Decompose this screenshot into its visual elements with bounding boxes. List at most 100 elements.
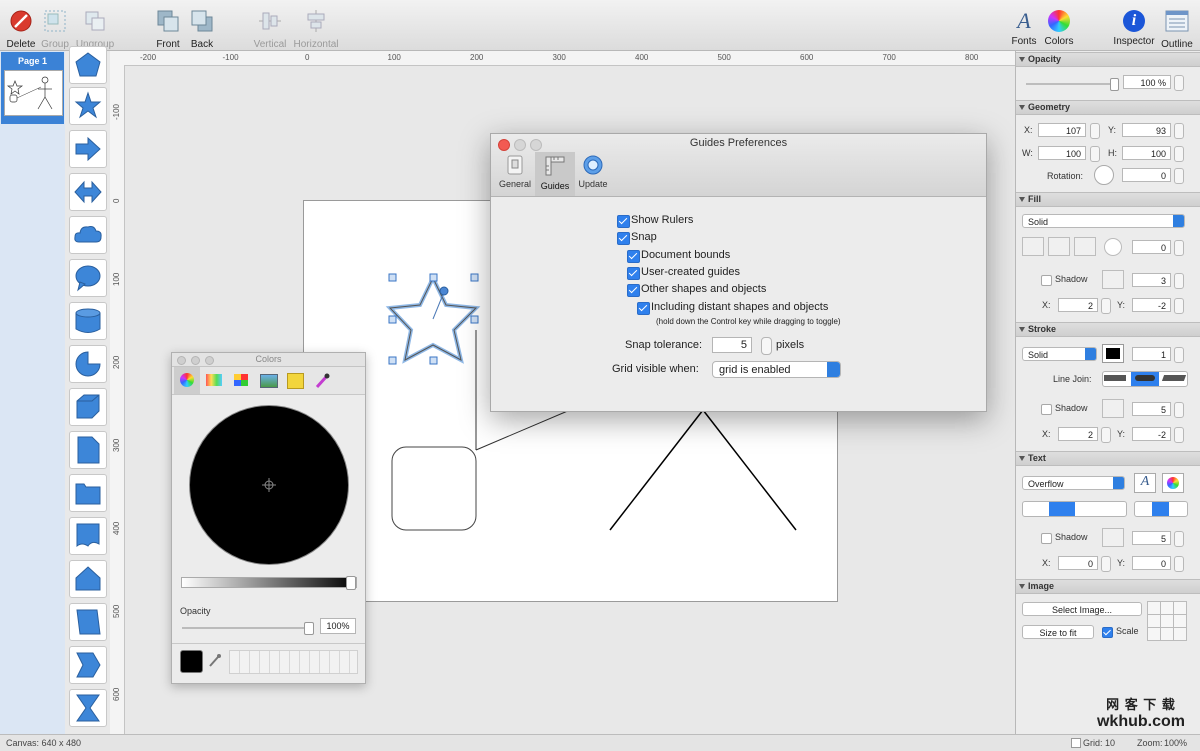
text-valign-segmented[interactable]: [1134, 501, 1188, 517]
text-overflow-select[interactable]: Overflow: [1022, 476, 1125, 490]
text-shadow-x-stepper[interactable]: [1101, 556, 1111, 572]
shape-cloud[interactable]: [69, 216, 107, 254]
opacity-knob[interactable]: [304, 622, 314, 635]
stroke-color-swatch[interactable]: [1102, 344, 1124, 363]
fill-color-swatch-3[interactable]: [1074, 237, 1096, 256]
opacity-slider[interactable]: [182, 622, 314, 635]
shape-pie[interactable]: [69, 345, 107, 383]
delete-button[interactable]: Delete: [6, 8, 36, 50]
text-align-segmented[interactable]: [1022, 501, 1127, 517]
opacity-slider[interactable]: [1026, 78, 1119, 91]
section-fill[interactable]: Fill: [1016, 192, 1200, 207]
color-wheel-tab[interactable]: [174, 367, 200, 394]
front-button[interactable]: Front: [153, 8, 183, 50]
shape-hourglass[interactable]: [69, 689, 107, 727]
shape-banner[interactable]: [69, 517, 107, 555]
rotation-dial[interactable]: [1094, 165, 1114, 185]
grid-value[interactable]: 10: [1105, 738, 1115, 748]
shape-speech-bubble[interactable]: [69, 259, 107, 297]
section-image[interactable]: Image: [1016, 579, 1200, 594]
section-stroke[interactable]: Stroke: [1016, 322, 1200, 337]
brightness-slider[interactable]: [181, 576, 357, 590]
fill-color-swatch-2[interactable]: [1048, 237, 1070, 256]
snap-checkbox[interactable]: [617, 232, 630, 245]
color-sliders-tab[interactable]: [206, 374, 222, 386]
fill-shadow-color[interactable]: [1102, 270, 1124, 289]
stroke-shadow-y-field[interactable]: -2: [1132, 427, 1171, 441]
horizontal-ruler[interactable]: -200 -100 0 100 200 300 400 500 600 700 800: [110, 51, 1015, 66]
fill-color-swatch-1[interactable]: [1022, 237, 1044, 256]
text-shadow-checkbox[interactable]: [1041, 533, 1052, 544]
fill-shadow-y-field[interactable]: -2: [1132, 298, 1171, 312]
tab-general[interactable]: General: [496, 154, 534, 195]
round-join-selected[interactable]: [1131, 372, 1159, 386]
show-rulers-checkbox[interactable]: [617, 215, 630, 228]
color-swatches-grid[interactable]: [229, 650, 358, 674]
opacity-field[interactable]: 100%: [320, 618, 356, 634]
distant-shapes-checkbox[interactable]: [637, 302, 650, 315]
y-field[interactable]: 93: [1122, 123, 1171, 137]
eyedropper-icon[interactable]: [208, 652, 222, 668]
shape-arrow[interactable]: [69, 130, 107, 168]
shape-pentagon[interactable]: [69, 46, 107, 84]
group-button[interactable]: Group: [40, 8, 70, 50]
color-wheel[interactable]: [189, 405, 349, 565]
zoom-value[interactable]: 100%: [1164, 738, 1187, 748]
miter-join-icon[interactable]: [1104, 375, 1126, 381]
h-stepper[interactable]: [1174, 146, 1184, 162]
outline-button[interactable]: Outline: [1160, 8, 1194, 50]
opacity-value-field[interactable]: 100 %: [1123, 75, 1171, 89]
text-shadow-color[interactable]: [1102, 528, 1124, 547]
fill-type-select[interactable]: Solid: [1022, 214, 1185, 228]
page-thumbnail-1[interactable]: Page 1: [1, 52, 64, 124]
text-color-button[interactable]: [1162, 473, 1184, 493]
text-shadow-y-stepper[interactable]: [1174, 556, 1184, 572]
document-bounds-checkbox[interactable]: [627, 250, 640, 263]
opacity-stepper[interactable]: [1174, 75, 1184, 91]
text-shadow-stepper[interactable]: [1174, 531, 1184, 547]
size-to-fit-button[interactable]: Size to fit: [1022, 625, 1094, 639]
section-geometry[interactable]: Geometry: [1016, 100, 1200, 115]
shape-folder[interactable]: [69, 474, 107, 512]
stroke-shadow-y-stepper[interactable]: [1174, 427, 1184, 443]
vertical-ruler[interactable]: -100 0 100 200 300 400 500 600: [110, 65, 125, 734]
scale-checkbox[interactable]: [1102, 627, 1113, 638]
grid-visible-select[interactable]: grid is enabled: [712, 361, 841, 378]
fill-shadow-checkbox[interactable]: [1041, 275, 1052, 286]
fill-shadow-blur-field[interactable]: 3: [1132, 273, 1171, 287]
eyedropper-tab[interactable]: [314, 372, 330, 390]
image-position-grid[interactable]: [1147, 601, 1187, 641]
text-shadow-x-field[interactable]: 0: [1058, 556, 1098, 570]
stroke-shadow-checkbox[interactable]: [1041, 404, 1052, 415]
stroke-shadow-color[interactable]: [1102, 399, 1124, 418]
w-field[interactable]: 100: [1038, 146, 1086, 160]
w-stepper[interactable]: [1090, 146, 1100, 162]
shape-star[interactable]: [69, 87, 107, 125]
valign-middle-selected[interactable]: [1152, 502, 1169, 516]
grid-checkbox[interactable]: [1071, 738, 1081, 748]
stroke-shadow-stepper[interactable]: [1174, 402, 1184, 418]
inspector-button[interactable]: i Inspector: [1113, 8, 1155, 47]
align-center-selected[interactable]: [1049, 502, 1075, 516]
tab-guides[interactable]: Guides: [535, 152, 575, 196]
stroke-shadow-x-stepper[interactable]: [1101, 427, 1111, 443]
y-stepper[interactable]: [1174, 123, 1184, 139]
select-image-button[interactable]: Select Image...: [1022, 602, 1142, 616]
align-horizontal-button[interactable]: Horizontal: [292, 8, 340, 50]
stroke-width-stepper[interactable]: [1174, 347, 1184, 363]
fonts-button[interactable]: A Fonts: [1008, 8, 1040, 47]
fill-shadow-x-stepper[interactable]: [1101, 298, 1111, 314]
tab-update[interactable]: Update: [576, 154, 610, 195]
current-color-swatch[interactable]: [180, 650, 203, 673]
opacity-knob[interactable]: [1110, 78, 1119, 91]
brightness-knob[interactable]: [346, 576, 356, 590]
h-field[interactable]: 100: [1122, 146, 1171, 160]
colors-button[interactable]: Colors: [1042, 8, 1076, 47]
snap-tolerance-field[interactable]: 5: [712, 337, 752, 353]
shape-parallelogram[interactable]: [69, 603, 107, 641]
snap-tolerance-stepper[interactable]: [761, 337, 772, 355]
shape-double-arrow[interactable]: [69, 173, 107, 211]
text-shadow-y-field[interactable]: 0: [1132, 556, 1171, 570]
back-button[interactable]: Back: [187, 8, 217, 50]
align-vertical-button[interactable]: Vertical: [252, 8, 288, 50]
